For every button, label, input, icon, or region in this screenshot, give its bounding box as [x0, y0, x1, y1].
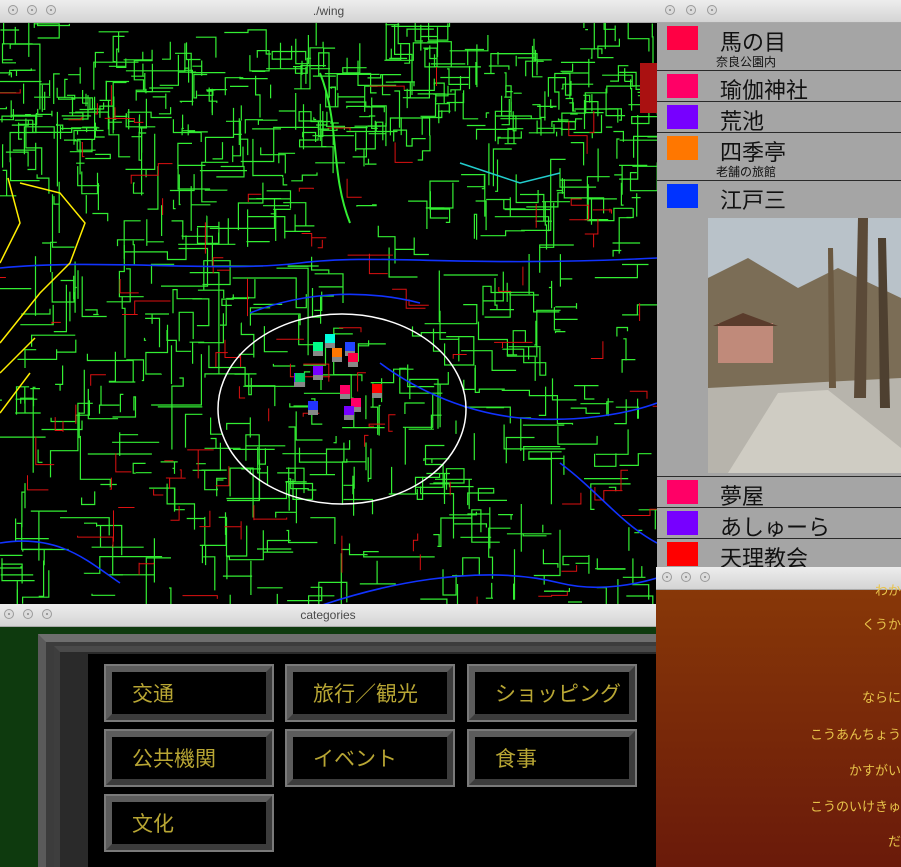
list-item[interactable]: 瑜伽神社: [657, 71, 901, 104]
color-swatch: [667, 542, 698, 566]
poi-marker[interactable]: [325, 334, 335, 343]
poi-marker-shadow: [325, 343, 335, 348]
text-line: かすがい: [848, 764, 901, 779]
category-traffic-button[interactable]: 交通: [104, 664, 274, 722]
place-name: 夢屋: [720, 485, 765, 510]
category-shopping-button[interactable]: ショッピング: [467, 664, 637, 722]
street-map[interactable]: [0, 23, 657, 604]
close-icon[interactable]: [665, 5, 675, 15]
reading-window[interactable]: わか くうか ならに こうあんちょう かすがい こうのいけきゅ だ: [656, 567, 901, 867]
text-line: ならに: [861, 691, 901, 706]
list-item[interactable]: 四季亭 老舗の旅館: [657, 133, 901, 181]
poi-marker[interactable]: [345, 342, 355, 351]
zoom-icon[interactable]: [700, 572, 710, 582]
poi-marker[interactable]: [308, 401, 318, 410]
minimize-icon[interactable]: [681, 572, 691, 582]
poi-marker-shadow: [295, 382, 305, 387]
poi-marker-shadow: [332, 357, 342, 362]
poi-marker-shadow: [308, 410, 318, 415]
poi-marker-shadow: [344, 415, 354, 420]
category-public-button[interactable]: 公共機関: [104, 729, 274, 787]
list-item[interactable]: 夢屋: [657, 477, 901, 510]
color-swatch: [667, 26, 698, 50]
color-swatch: [667, 511, 698, 535]
color-swatch: [667, 136, 698, 160]
map-titlebar[interactable]: ./wing: [0, 0, 657, 23]
poi-marker[interactable]: [313, 366, 323, 375]
place-name: 天理教会: [720, 547, 809, 568]
place-subtitle: 老舗の旅館: [716, 165, 777, 179]
poi-marker[interactable]: [340, 385, 350, 394]
map-window[interactable]: ./wing: [0, 0, 657, 604]
category-grid: 交通 旅行／観光 ショッピング 公共機関 イベント 食事 文化: [88, 654, 656, 867]
poi-marker-shadow: [372, 393, 382, 398]
list-item[interactable]: 天理教会: [657, 539, 901, 568]
poi-marker[interactable]: [372, 384, 382, 393]
color-swatch: [667, 105, 698, 129]
place-name: 荒池: [720, 110, 765, 135]
text-line: だ: [887, 835, 901, 850]
window-title: ./wing: [312, 4, 345, 18]
poi-marker-shadow: [340, 394, 350, 399]
poi-marker-shadow: [348, 362, 358, 367]
color-swatch: [667, 480, 698, 504]
poi-marker[interactable]: [295, 373, 305, 382]
category-event-button[interactable]: イベント: [285, 729, 455, 787]
category-travel-button[interactable]: 旅行／観光: [285, 664, 455, 722]
minimize-icon[interactable]: [686, 5, 696, 15]
place-list-window[interactable]: 馬の目 奈良公園内 瑜伽神社 荒池 四季亭 老舗の旅館 江戸三 夢屋 あしゅーら…: [657, 0, 901, 568]
poi-marker[interactable]: [351, 398, 361, 407]
poi-marker[interactable]: [313, 342, 323, 351]
poi-marker-shadow: [313, 351, 323, 356]
place-name: あしゅーら: [720, 516, 831, 541]
color-swatch: [667, 74, 698, 98]
poi-marker[interactable]: [332, 348, 342, 357]
poi-marker[interactable]: [348, 353, 358, 362]
category-food-button[interactable]: 食事: [467, 729, 637, 787]
place-name: 瑜伽神社: [720, 79, 809, 104]
list-item[interactable]: あしゅーら: [657, 508, 901, 541]
window-title: categories: [300, 608, 356, 622]
place-photo: [708, 218, 901, 473]
list-item[interactable]: 荒池: [657, 102, 901, 135]
zoom-icon[interactable]: [707, 5, 717, 15]
list-titlebar[interactable]: [657, 0, 901, 23]
text-line: こうのいけきゅ: [809, 800, 901, 815]
color-swatch: [667, 184, 698, 208]
poi-marker-shadow: [313, 375, 323, 380]
text-titlebar[interactable]: [656, 567, 901, 590]
text-line: くうか: [862, 618, 901, 633]
text-line: こうあんちょう: [809, 728, 901, 743]
text-line: わか: [874, 584, 901, 599]
place-name: 江戸三: [720, 189, 787, 214]
close-icon[interactable]: [662, 572, 672, 582]
categories-titlebar[interactable]: categories: [0, 604, 656, 627]
category-culture-button[interactable]: 文化: [104, 794, 274, 852]
poi-marker[interactable]: [344, 406, 354, 415]
categories-window[interactable]: 交通 旅行／観光 ショッピング 公共機関 イベント 食事 文化 categori…: [0, 604, 656, 867]
place-subtitle: 奈良公園内: [716, 55, 777, 69]
list-item[interactable]: 馬の目 奈良公園内: [657, 23, 901, 71]
